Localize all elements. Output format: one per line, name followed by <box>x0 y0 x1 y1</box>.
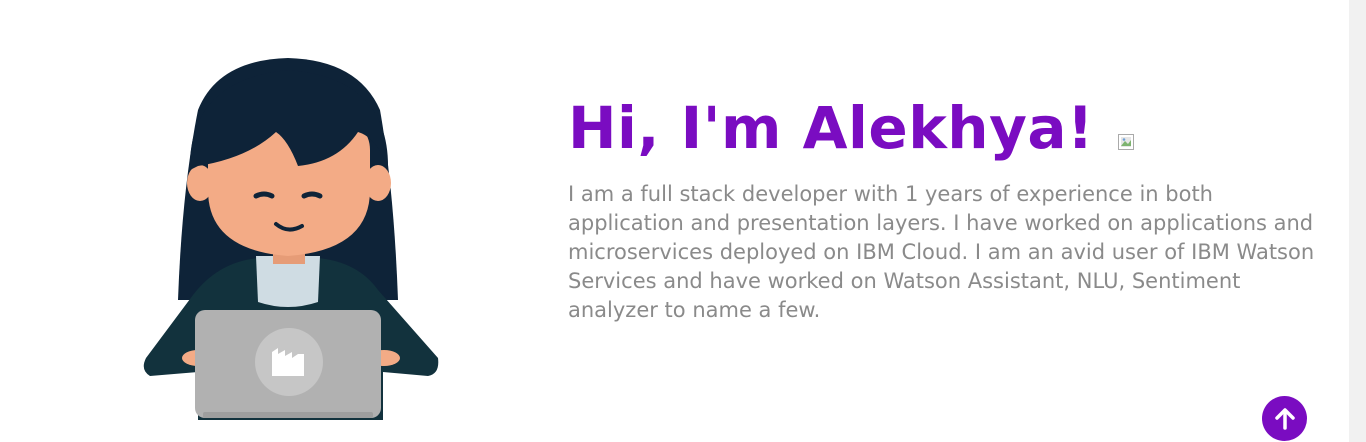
title-row: Hi, I'm Alekhya! <box>568 88 1328 174</box>
greeting-heading: Hi, I'm Alekhya! <box>568 94 1094 162</box>
page: Hi, I'm Alekhya! I am a full stack devel… <box>0 0 1366 442</box>
broken-image-icon <box>1117 134 1134 150</box>
developer-illustration <box>138 40 448 425</box>
right-eye <box>301 191 323 199</box>
left-eye <box>253 191 275 199</box>
bio-paragraph: I am a full stack developer with 1 years… <box>568 182 1315 322</box>
scrollbar[interactable] <box>1349 0 1366 442</box>
intro-section: Hi, I'm Alekhya! I am a full stack devel… <box>568 88 1328 325</box>
scroll-to-top-button[interactable] <box>1262 396 1307 441</box>
laptop-base <box>203 412 373 418</box>
arrow-up-icon <box>1274 407 1295 430</box>
